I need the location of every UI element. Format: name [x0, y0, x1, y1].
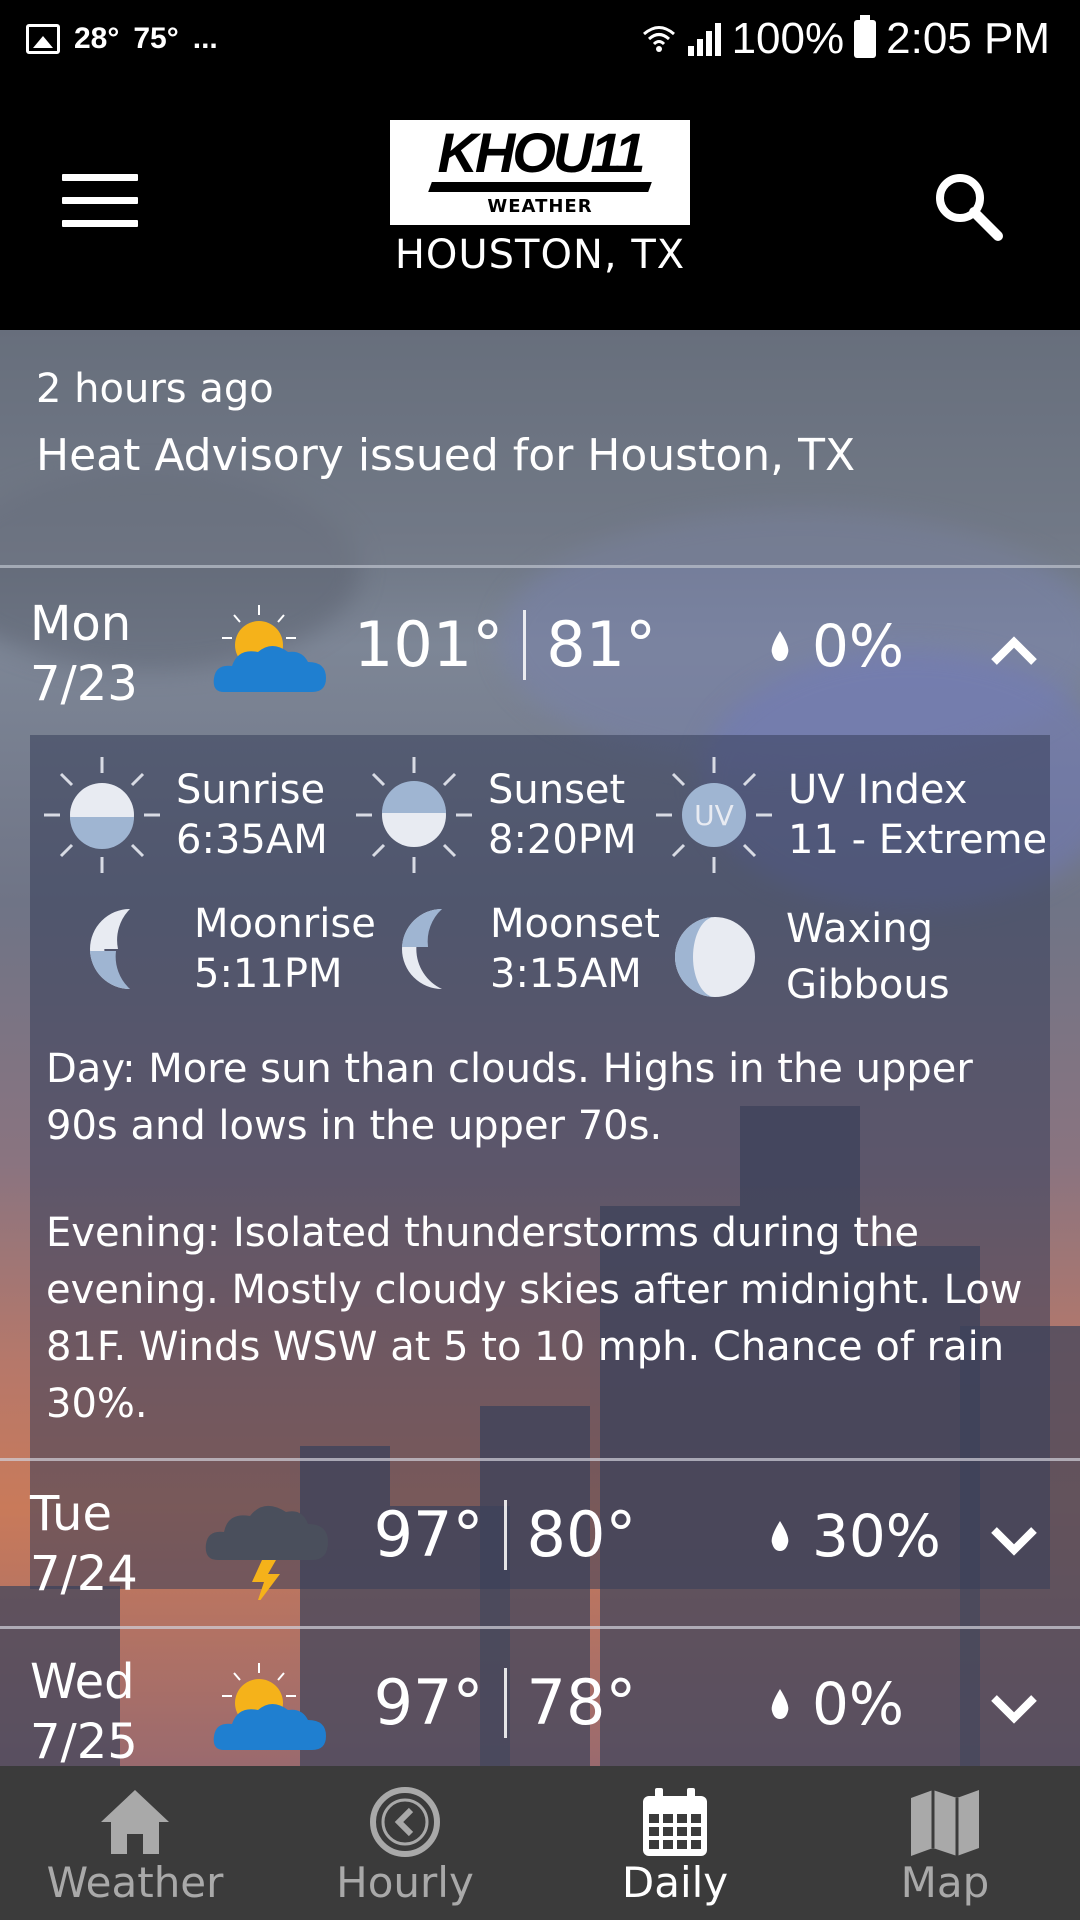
moonset-icon: [402, 908, 442, 989]
day-label: Wed 7/25: [30, 1654, 138, 1766]
uv-index-info: UV UV Index 11 - Extreme: [652, 753, 1047, 877]
nav-weather[interactable]: Weather: [0, 1766, 270, 1920]
sunrise-value: 6:35AM: [176, 817, 328, 863]
moonrise-value: 5:11PM: [194, 951, 343, 997]
high-temp: 97°: [373, 1666, 484, 1739]
forecast-row[interactable]: Mon 7/23 101° 81° 0%: [0, 570, 1080, 736]
partly-sunny-icon: [213, 1663, 326, 1750]
sunrise-icon: [44, 757, 160, 873]
moonrise-info: Moonrise 5:11PM: [60, 887, 376, 1011]
image-notification-icon: [26, 24, 60, 54]
uv-badge-text: UV: [694, 799, 734, 832]
thunderstorm-icon: [205, 1505, 328, 1600]
status-bar: 28° 75° ... 100% 2:05 PM: [0, 0, 1080, 78]
station-logo: KHOU11 WEATHER: [390, 120, 690, 225]
day-label: Mon 7/23: [30, 596, 138, 712]
forecast-row[interactable]: Wed 7/25 97° 78° 0%: [0, 1628, 1080, 1766]
nav-hourly[interactable]: Hourly: [270, 1766, 540, 1920]
moon-phase-info: Waxing Gibbous: [674, 895, 950, 1019]
evening-forecast-text: Evening: Isolated thunderstorms during t…: [46, 1210, 1023, 1427]
low-temp: 78°: [526, 1666, 637, 1739]
raindrop-icon: [771, 1521, 789, 1551]
nav-daily-label: Daily: [621, 1858, 729, 1907]
alert-title: Heat Advisory issued for Houston, TX: [36, 430, 856, 481]
battery-icon: [854, 15, 877, 58]
high-temp: 101°: [353, 608, 504, 681]
sunset-info: Sunset 8:20PM: [352, 753, 636, 877]
location-title[interactable]: HOUSTON, TX: [0, 232, 1080, 278]
raindrop-icon: [771, 1689, 789, 1719]
partly-sunny-icon: [213, 605, 326, 692]
uv-index-icon: UV: [656, 757, 772, 873]
nav-daily[interactable]: Daily: [540, 1766, 810, 1920]
moonrise-label: Moonrise: [194, 901, 376, 947]
precip-chance: 30%: [770, 1502, 941, 1570]
low-temp: 80°: [526, 1498, 637, 1571]
bottom-navigation: Weather Hourly Daily Map: [0, 1766, 1080, 1920]
sunset-value: 8:20PM: [488, 817, 637, 863]
chevron-down-icon[interactable]: [986, 1680, 1042, 1736]
precip-chance: 0%: [770, 612, 904, 680]
logo-subtitle: WEATHER: [487, 196, 593, 217]
battery-percent: 100%: [731, 14, 845, 63]
moonset-value: 3:15AM: [490, 951, 642, 997]
raindrop-icon: [771, 631, 789, 661]
menu-button[interactable]: [62, 174, 138, 227]
nav-hourly-label: Hourly: [336, 1858, 474, 1907]
app-header: KHOU11 WEATHER HOUSTON, TX: [0, 78, 1080, 330]
status-more: ...: [192, 22, 218, 55]
calendar-icon: [643, 1788, 707, 1856]
uv-value: 11 - Extreme: [788, 817, 1048, 863]
chevron-up-icon[interactable]: [986, 622, 1042, 678]
nav-weather-label: Weather: [46, 1858, 224, 1907]
forecast-row[interactable]: Tue 7/24 97° 80° 30%: [0, 1460, 1080, 1626]
waxing-gibbous-icon: [675, 917, 755, 997]
search-icon[interactable]: [928, 168, 1008, 248]
signal-icon: [687, 23, 721, 56]
low-temp: 81°: [546, 608, 657, 681]
weather-alert-banner[interactable]: 2 hours ago Heat Advisory issued for Hou…: [0, 330, 1080, 568]
status-temp-1: 28°: [74, 22, 120, 55]
nav-map[interactable]: Map: [810, 1766, 1080, 1920]
sunset-label: Sunset: [488, 767, 626, 813]
day-label: Tue 7/24: [30, 1486, 138, 1602]
clock-icon: [370, 1787, 440, 1857]
map-icon: [911, 1790, 979, 1856]
day-forecast-text: Day: More sun than clouds. Highs in the …: [46, 1046, 973, 1149]
daily-forecast-view[interactable]: 2 hours ago Heat Advisory issued for Hou…: [0, 330, 1080, 1766]
wifi-icon: [642, 26, 675, 52]
precip-chance: 0%: [770, 1670, 904, 1738]
alert-time: 2 hours ago: [36, 366, 274, 412]
moon-phase-line2: Gibbous: [786, 962, 950, 1008]
temperature-range: 101° 81°: [340, 608, 670, 681]
status-temp-2: 75°: [133, 22, 179, 55]
logo-text: KHOU11: [437, 121, 645, 184]
moon-phase-line1: Waxing: [786, 906, 934, 952]
temperature-range: 97° 78°: [340, 1666, 670, 1739]
home-icon: [101, 1790, 169, 1854]
moonset-info: Moonset 3:15AM: [382, 887, 660, 1011]
nav-map-label: Map: [900, 1858, 990, 1907]
status-time: 2:05 PM: [886, 14, 1050, 63]
moonset-label: Moonset: [490, 901, 660, 947]
sunrise-label: Sunrise: [176, 767, 326, 813]
sunrise-info: Sunrise 6:35AM: [40, 753, 328, 877]
chevron-down-icon[interactable]: [986, 1512, 1042, 1568]
sunset-icon: [356, 757, 472, 873]
moonrise-icon: [90, 909, 130, 989]
high-temp: 97°: [373, 1498, 484, 1571]
hamburger-icon: [62, 174, 138, 181]
uv-label: UV Index: [788, 767, 968, 813]
temperature-range: 97° 80°: [340, 1498, 670, 1571]
